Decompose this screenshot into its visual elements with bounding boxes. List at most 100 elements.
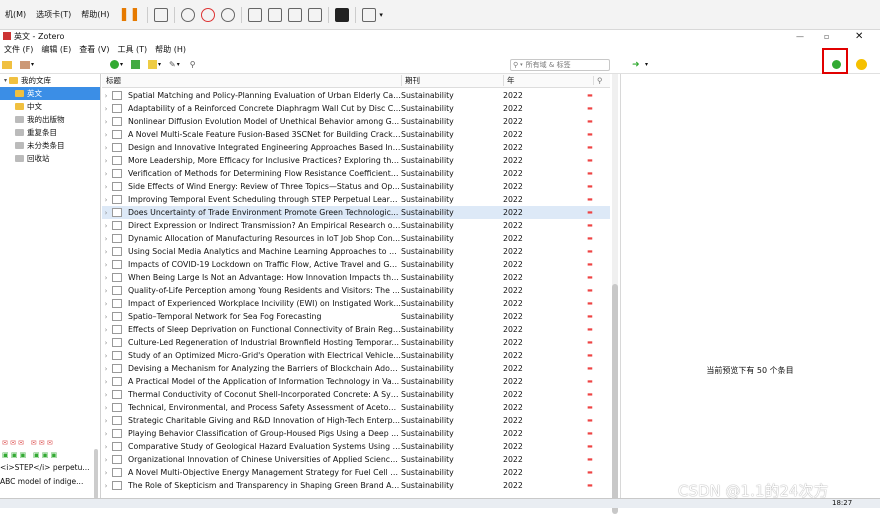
column-title[interactable]: 标题 bbox=[102, 75, 401, 86]
table-row[interactable]: › Culture-Led Regeneration of Industrial … bbox=[102, 336, 610, 349]
table-row[interactable]: › Dynamic Allocation of Manufacturing Res… bbox=[102, 232, 610, 245]
search-input[interactable]: 所有域 & 标签 bbox=[526, 60, 571, 70]
maximize-icon[interactable]: ▫ bbox=[824, 32, 829, 41]
outer-menu-machine[interactable]: 机(M) bbox=[0, 9, 31, 20]
expand-chevron-icon[interactable]: › bbox=[102, 118, 110, 126]
attachment-icon[interactable]: ▬ bbox=[583, 352, 597, 359]
expand-chevron-icon[interactable]: › bbox=[102, 456, 110, 464]
outer-menu-help[interactable]: 帮助(H) bbox=[76, 9, 114, 20]
expand-chevron-icon[interactable]: › bbox=[102, 248, 110, 256]
expand-chevron-icon[interactable]: › bbox=[102, 157, 110, 165]
attachment-icon[interactable]: ▬ bbox=[583, 391, 597, 398]
column-publication[interactable]: 期刊 bbox=[401, 75, 503, 86]
table-row[interactable]: › Quality-of-Life Perception among Young … bbox=[102, 284, 610, 297]
expand-chevron-icon[interactable]: › bbox=[102, 404, 110, 412]
new-collection-icon[interactable] bbox=[2, 60, 12, 69]
expand-chevron-icon[interactable]: › bbox=[102, 352, 110, 360]
close-icon[interactable]: ✕ bbox=[855, 31, 863, 42]
advanced-search-icon[interactable]: ⚲ bbox=[190, 60, 196, 69]
attachment-icon[interactable]: ▬ bbox=[583, 274, 597, 281]
chevron-down-icon[interactable]: ▾ bbox=[31, 61, 34, 68]
chevron-down-icon[interactable]: ▾ bbox=[645, 61, 648, 68]
print-icon[interactable] bbox=[154, 7, 169, 22]
collection-item[interactable]: 我的出版物 bbox=[0, 113, 100, 126]
attachment-icon[interactable]: ▬ bbox=[583, 456, 597, 463]
items-scrollbar-thumb[interactable] bbox=[612, 284, 618, 514]
expand-chevron-icon[interactable]: › bbox=[102, 391, 110, 399]
chevron-down-icon[interactable]: ▾ bbox=[177, 61, 180, 68]
attachment-icon[interactable]: ▬ bbox=[583, 92, 597, 99]
expand-chevron-icon[interactable]: › bbox=[102, 326, 110, 334]
chevron-down-icon[interactable]: ▾ bbox=[120, 61, 123, 68]
library-menu-icon[interactable] bbox=[20, 60, 30, 69]
expand-chevron-icon[interactable]: › bbox=[102, 105, 110, 113]
layout-bottom-icon[interactable] bbox=[268, 7, 283, 22]
chevron-down-icon[interactable]: ▾ bbox=[4, 77, 7, 84]
attachment-icon[interactable]: ▬ bbox=[583, 157, 597, 164]
attachment-icon[interactable]: ▬ bbox=[583, 287, 597, 294]
table-row[interactable]: › Impacts of COVID-19 Lockdown on Traffic… bbox=[102, 258, 610, 271]
attachment-icon[interactable]: ▬ bbox=[583, 170, 597, 177]
table-row[interactable]: › Does Uncertainty of Trade Environment P… bbox=[102, 206, 610, 219]
table-row[interactable]: › Study of an Optimized Micro-Grid's Oper… bbox=[102, 349, 610, 362]
expand-chevron-icon[interactable]: › bbox=[102, 196, 110, 204]
expand-chevron-icon[interactable]: › bbox=[102, 469, 110, 477]
table-row[interactable]: › Using Social Media Analytics and Machin… bbox=[102, 245, 610, 258]
pause-icon[interactable]: ❚❚ bbox=[119, 7, 141, 22]
table-row[interactable]: › Thermal Conductivity of Coconut Shell-I… bbox=[102, 388, 610, 401]
table-row[interactable]: › Design and Innovative Integrated Engine… bbox=[102, 141, 610, 154]
expand-chevron-icon[interactable]: › bbox=[102, 300, 110, 308]
menu-tools[interactable]: 工具 (T) bbox=[114, 44, 152, 55]
attachment-icon[interactable]: ▬ bbox=[583, 300, 597, 307]
table-row[interactable]: › Devising a Mechanism for Analyzing the … bbox=[102, 362, 610, 375]
expand-chevron-icon[interactable]: › bbox=[102, 339, 110, 347]
expand-chevron-icon[interactable]: › bbox=[102, 170, 110, 178]
outer-menu-tabs[interactable]: 选项卡(T) bbox=[31, 9, 76, 20]
table-row[interactable]: › When Being Large Is Not an Advantage: H… bbox=[102, 271, 610, 284]
column-year[interactable]: 年 bbox=[503, 75, 593, 86]
table-row[interactable]: › Adaptability of a Reinforced Concrete D… bbox=[102, 102, 610, 115]
table-row[interactable]: › Spatial Matching and Policy-Planning Ev… bbox=[102, 89, 610, 102]
table-row[interactable]: › Playing Behavior Classification of Grou… bbox=[102, 427, 610, 440]
sync-status-icon[interactable] bbox=[856, 59, 867, 70]
left-scrollbar[interactable] bbox=[94, 449, 98, 499]
table-row[interactable]: › The Role of Skepticism and Transparency… bbox=[102, 479, 610, 492]
collection-item[interactable]: 英文 bbox=[0, 87, 100, 100]
attachment-icon[interactable]: ▬ bbox=[583, 443, 597, 450]
table-row[interactable]: › Nonlinear Diffusion Evolution Model of … bbox=[102, 115, 610, 128]
attachment-icon[interactable]: ▬ bbox=[583, 105, 597, 112]
expand-chevron-icon[interactable]: › bbox=[102, 430, 110, 438]
table-row[interactable]: › More Leadership, More Efficacy for Incl… bbox=[102, 154, 610, 167]
table-row[interactable]: › Side Effects of Wind Energy: Review of … bbox=[102, 180, 610, 193]
attachment-icon[interactable]: ▬ bbox=[583, 261, 597, 268]
new-note-icon[interactable] bbox=[148, 60, 158, 69]
table-row[interactable]: › A Novel Multi-Scale Feature Fusion-Base… bbox=[102, 128, 610, 141]
expand-chevron-icon[interactable]: › bbox=[102, 313, 110, 321]
chevron-down-icon[interactable]: ▾ bbox=[379, 11, 383, 19]
table-row[interactable]: › Impact of Experienced Workplace Incivil… bbox=[102, 297, 610, 310]
attachment-icon[interactable]: ▬ bbox=[583, 404, 597, 411]
attachment-icon[interactable]: ▬ bbox=[583, 326, 597, 333]
expand-chevron-icon[interactable]: › bbox=[102, 144, 110, 152]
attachment-icon[interactable]: ▬ bbox=[583, 222, 597, 229]
left-bottom-text-1[interactable]: <i>STEP</i> perpetu... bbox=[0, 463, 100, 477]
terminal-icon[interactable] bbox=[335, 7, 350, 22]
attachment-icon[interactable]: ▬ bbox=[583, 131, 597, 138]
locate-arrow-icon[interactable]: ➜ bbox=[632, 60, 640, 70]
collection-item[interactable]: 回收站 bbox=[0, 152, 100, 165]
clock-icon[interactable] bbox=[181, 7, 196, 22]
expand-chevron-icon[interactable]: › bbox=[102, 365, 110, 373]
chevron-down-icon[interactable]: ▾ bbox=[158, 61, 161, 68]
add-by-identifier-icon[interactable] bbox=[131, 60, 141, 69]
expand-chevron-icon[interactable]: › bbox=[102, 235, 110, 243]
expand-chevron-icon[interactable]: › bbox=[102, 287, 110, 295]
expand-chevron-icon[interactable]: › bbox=[102, 222, 110, 230]
taskbar-clock[interactable]: 18:27 bbox=[832, 499, 852, 507]
table-row[interactable]: › A Novel Multi-Objective Energy Manageme… bbox=[102, 466, 610, 479]
expand-chevron-icon[interactable]: › bbox=[102, 92, 110, 100]
table-row[interactable]: › Strategic Charitable Giving and R&D Inn… bbox=[102, 414, 610, 427]
menu-edit[interactable]: 编辑 (E) bbox=[37, 44, 75, 55]
table-row[interactable]: › Comparative Study of Geological Hazard … bbox=[102, 440, 610, 453]
expand-chevron-icon[interactable]: › bbox=[102, 274, 110, 282]
table-row[interactable]: › Organizational Innovation of Chinese Un… bbox=[102, 453, 610, 466]
